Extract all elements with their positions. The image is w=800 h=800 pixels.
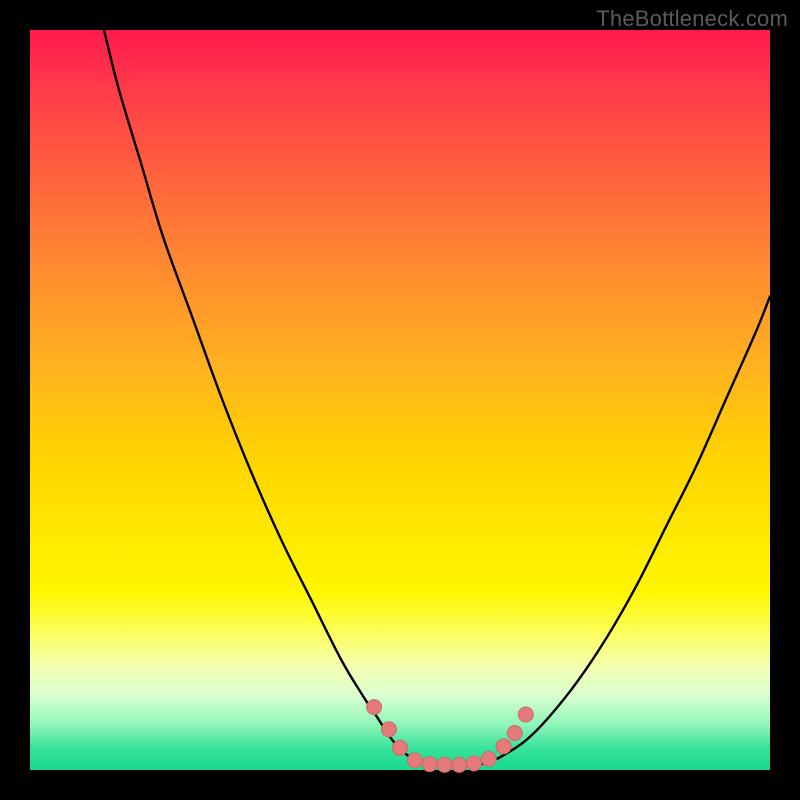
data-marker [452, 757, 467, 772]
plot-area [30, 30, 770, 770]
data-marker [367, 700, 382, 715]
chart-svg [30, 30, 770, 770]
watermark-label: TheBottleneck.com [596, 6, 788, 32]
data-marker [496, 739, 511, 754]
chart-frame: TheBottleneck.com [0, 0, 800, 800]
data-marker [437, 757, 452, 772]
data-marker [381, 722, 396, 737]
data-marker [467, 756, 482, 771]
curve-group [104, 30, 770, 767]
data-marker [422, 757, 437, 772]
bottleneck-curve [104, 30, 770, 767]
data-marker [481, 751, 496, 766]
data-marker [507, 726, 522, 741]
data-marker [407, 753, 422, 768]
data-marker [393, 740, 408, 755]
data-marker [518, 707, 533, 722]
marker-group [367, 700, 534, 773]
